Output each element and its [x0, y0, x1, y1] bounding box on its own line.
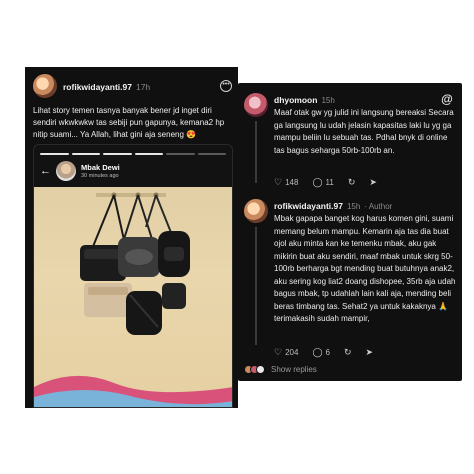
avatar[interactable] — [244, 93, 268, 117]
show-replies-row[interactable]: Show replies — [244, 365, 317, 374]
like-button[interactable]: ♡ 204 — [274, 347, 298, 358]
thread-line — [255, 121, 257, 183]
reply-item: dhyomoon 15h Maaf otak gw yg julid ini la… — [238, 93, 462, 203]
reply-text: Maaf otak gw yg julid ini langsung berea… — [274, 108, 454, 155]
right-screenshot: @ dhyomoon 15h Maaf otak gw yg julid ini … — [238, 83, 462, 381]
send-icon: ➤ — [365, 347, 374, 357]
reply-actions: ♡ 204 ◯ 6 ↻ ➤ — [274, 347, 373, 358]
heart-icon: ♡ — [274, 177, 283, 187]
reply-username[interactable]: rofikwidayanti.97 15h · Author — [274, 201, 392, 211]
comment-icon: ◯ — [312, 177, 323, 187]
like-count: 204 — [285, 348, 299, 357]
bags-illustration — [34, 192, 232, 407]
comment-icon: ◯ — [312, 347, 323, 357]
author-tag: · Author — [364, 202, 393, 211]
comment-count: 11 — [325, 178, 334, 187]
reply-username[interactable]: dhyomoon 15h — [274, 95, 335, 105]
post-header: rofikwidayanti.97 17h ••• — [33, 72, 234, 102]
comment-count: 6 — [325, 348, 330, 357]
repost-icon: ↻ — [347, 177, 356, 187]
story-photo — [34, 187, 232, 407]
arrow-left-icon[interactable]: ← — [40, 165, 51, 177]
post-username[interactable]: rofikwidayanti.97 17h — [63, 82, 150, 92]
send-icon: ➤ — [369, 177, 377, 187]
reply-avatars — [244, 365, 265, 374]
post-body: Lihat story temen tasnya banyak bener jd… — [33, 105, 233, 141]
thread-line — [255, 227, 257, 345]
reply-timestamp: 15h — [346, 202, 361, 211]
heart-icon: ♡ — [274, 347, 283, 357]
reply-timestamp: 15h — [321, 96, 335, 105]
ellipsis-circle-icon[interactable]: ••• — [220, 80, 232, 92]
like-count: 148 — [285, 178, 299, 187]
avatar[interactable] — [244, 199, 268, 223]
pray-emoji: 🙏 — [438, 301, 449, 311]
story-screenshot[interactable]: ← Mbak Dewi 30 minutes ago — [33, 144, 233, 408]
show-replies-link[interactable]: Show replies — [271, 365, 317, 374]
share-button[interactable]: ➤ — [366, 347, 374, 358]
username-text[interactable]: dhyomoon — [274, 95, 317, 105]
story-name[interactable]: Mbak Dewi — [81, 163, 120, 172]
repost-icon: ↻ — [343, 347, 352, 357]
left-screenshot: rofikwidayanti.97 17h ••• Lihat story tem… — [25, 67, 238, 408]
story-header: ← Mbak Dewi 30 minutes ago — [34, 159, 232, 185]
repost-button[interactable]: ↻ — [348, 177, 356, 188]
heart-eyes-emoji: 😍 — [186, 130, 197, 139]
reply-text-end: terimakasih sudah mampir, — [274, 314, 370, 323]
reply-text-body: Mbak gapapa banget kog harus komen gini,… — [274, 214, 456, 311]
repost-button[interactable]: ↻ — [344, 347, 352, 358]
reply-actions: ♡ 148 ◯ 11 ↻ ➤ — [274, 177, 377, 188]
post-timestamp: 17h — [135, 82, 151, 92]
like-button[interactable]: ♡ 148 — [274, 177, 298, 188]
story-avatar[interactable] — [56, 161, 76, 181]
story-time: 30 minutes ago — [81, 173, 119, 179]
story-progress-bar — [40, 153, 226, 155]
username-text[interactable]: rofikwidayanti.97 — [63, 82, 132, 92]
avatar[interactable] — [33, 74, 57, 98]
reply-item: rofikwidayanti.97 15h · Author Mbak gapapa… — [238, 199, 462, 363]
comment-button[interactable]: ◯ 6 — [312, 347, 330, 358]
reply-text: Mbak gapapa banget kog harus komen gini,… — [274, 213, 458, 326]
username-text[interactable]: rofikwidayanti.97 — [274, 201, 343, 211]
share-button[interactable]: ➤ — [369, 177, 377, 188]
comment-button[interactable]: ◯ 11 — [312, 177, 333, 188]
